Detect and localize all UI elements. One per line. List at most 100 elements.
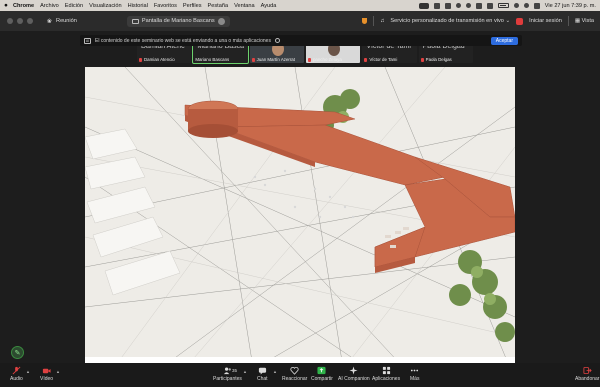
participants-label: Participantes	[213, 376, 242, 382]
menu-ventana[interactable]: Ventana	[234, 3, 255, 9]
leave-icon	[583, 366, 592, 375]
menu-visualizacion[interactable]: Visualización	[89, 3, 122, 9]
share-button[interactable]: Compartir	[311, 366, 333, 382]
share-options-icon[interactable]	[217, 17, 225, 25]
security-shield-icon[interactable]	[362, 18, 368, 24]
mic-muted-icon	[251, 57, 255, 62]
live-stream-button[interactable]: Servicio personalizado de transmisión en…	[390, 18, 510, 24]
meeting-toolbar: Audio ▲ Vídeo ▲ Participantes 35 ▲ Chat …	[0, 363, 600, 387]
info-icon[interactable]	[274, 38, 280, 43]
meeting-stage: AI El contenido de este seminario web se…	[0, 31, 600, 380]
screen-recording-icon[interactable]	[418, 2, 429, 9]
sparkle-icon	[349, 366, 358, 375]
annotate-pencil-icon[interactable]: ✎	[11, 346, 24, 359]
view-button[interactable]: ▦ Vista	[575, 18, 594, 24]
video-options-caret-icon[interactable]: ▲	[56, 369, 60, 374]
audio-button[interactable]: Audio	[10, 366, 23, 382]
play-icon[interactable]	[465, 3, 471, 8]
mic-muted-icon	[364, 57, 368, 62]
chat-button[interactable]: Chat	[257, 366, 268, 382]
participants-button[interactable]: Participantes	[213, 366, 242, 382]
close-window-button[interactable]	[7, 18, 13, 24]
meeting-title: Reunión	[56, 18, 77, 24]
chat-label: Chat	[257, 376, 268, 382]
apple-icon[interactable]: ●	[4, 2, 8, 9]
bluetooth-icon[interactable]	[486, 2, 493, 9]
ai-notice-banner: AI El contenido de este seminario web se…	[80, 35, 522, 46]
meeting-label: ❀ Reunión	[47, 18, 77, 25]
menu-app-chrome[interactable]: Chrome	[13, 3, 34, 9]
spotlight-search-icon[interactable]	[523, 3, 529, 8]
share-tab-label: Pantalla de Mariano Bascans	[141, 18, 215, 24]
minimize-window-button[interactable]	[17, 18, 23, 24]
extension-icon[interactable]	[444, 2, 451, 9]
react-button[interactable]: Reaccionar	[282, 366, 307, 382]
macos-menu-bar: ● Chrome Archivo Edición Visualización H…	[0, 0, 600, 11]
architecture-render: a77	[85, 67, 515, 380]
menu-clock[interactable]: Vie 27 jun 7:39 p. m.	[545, 3, 596, 9]
mic-muted-icon	[139, 57, 142, 62]
bell-icon[interactable]: ♫	[380, 18, 384, 24]
share-label: Compartir	[311, 376, 333, 382]
more-button[interactable]: Más	[410, 366, 419, 382]
camera-off-icon	[42, 368, 51, 374]
leave-button[interactable]: Abandonar	[575, 366, 599, 382]
menu-edicion[interactable]: Edición	[65, 3, 83, 9]
participants-caret-icon[interactable]: ▲	[243, 369, 247, 374]
battery-icon[interactable]	[497, 3, 509, 8]
headphones-icon[interactable]	[475, 2, 482, 9]
audio-options-caret-icon[interactable]: ▲	[26, 369, 30, 374]
participant-name: Víctor de Tami	[369, 57, 398, 62]
video-label: Vídeo	[40, 376, 54, 382]
ai-companion-button[interactable]: AI Companion	[338, 366, 370, 382]
zoom-window-button[interactable]	[27, 18, 33, 24]
ai-companion-label: AI Companion	[338, 376, 370, 382]
apps-button[interactable]: Aplicaciones	[372, 366, 400, 382]
chat-caret-icon[interactable]: ▲	[273, 369, 277, 374]
zoom-status-icon[interactable]	[433, 2, 440, 9]
participant-name: Juan Martín Azerrat	[256, 57, 295, 62]
audio-label: Audio	[10, 376, 23, 382]
mic-muted-icon	[307, 57, 311, 62]
menu-favoritos[interactable]: Favoritos	[154, 3, 177, 9]
chat-bubble-icon	[258, 367, 266, 375]
menu-historial[interactable]: Historial	[128, 3, 148, 9]
mic-muted-icon	[420, 57, 424, 62]
shared-screen-content[interactable]: a77	[85, 67, 515, 380]
video-button[interactable]: Vídeo	[40, 366, 53, 382]
accept-button[interactable]: Aceptar	[490, 36, 518, 45]
view-label: Vista	[581, 18, 594, 24]
leave-label: Abandonar	[575, 376, 600, 382]
zoom-title-bar: ❀ Reunión Pantalla de Mariano Bascans ♫ …	[0, 11, 600, 31]
paw-icon: ❀	[47, 18, 53, 25]
apps-grid-icon	[382, 366, 390, 375]
divider	[567, 16, 569, 26]
mic-muted-icon	[12, 366, 21, 375]
participant-name: pancho Zelaya	[312, 57, 342, 62]
monitor-icon	[131, 18, 139, 24]
screen-share-tab[interactable]: Pantalla de Mariano Bascans	[126, 15, 230, 27]
ai-badge-icon: AI	[84, 37, 91, 44]
apps-label: Aplicaciones	[372, 376, 401, 382]
signin-button[interactable]: Iniciar sesión	[529, 18, 562, 24]
recording-icon[interactable]	[516, 17, 524, 25]
live-stream-label: Servicio personalizado de transmisión en…	[390, 18, 504, 24]
menu-archivo[interactable]: Archivo	[40, 3, 59, 9]
heart-icon	[290, 366, 299, 375]
more-dots-icon	[411, 369, 419, 372]
notice-text: El contenido de este seminario web se es…	[95, 37, 271, 44]
participant-name: Damian Atencio	[144, 57, 175, 62]
menu-pestana[interactable]: Pestaña	[208, 3, 229, 9]
participants-count: 35	[232, 368, 238, 373]
wifi-icon[interactable]	[513, 3, 519, 8]
participants-icon	[223, 367, 231, 375]
more-label: Más	[410, 376, 420, 382]
share-screen-icon	[317, 366, 327, 375]
menu-ayuda[interactable]: Ayuda	[261, 3, 277, 9]
control-icon[interactable]	[455, 3, 461, 8]
participant-name: Mariano Bascans	[195, 57, 230, 62]
participant-name: Paola Delgas	[425, 57, 452, 62]
menu-perfiles[interactable]: Perfiles	[183, 3, 202, 9]
control-center-icon[interactable]	[533, 2, 540, 9]
divider	[373, 16, 375, 26]
